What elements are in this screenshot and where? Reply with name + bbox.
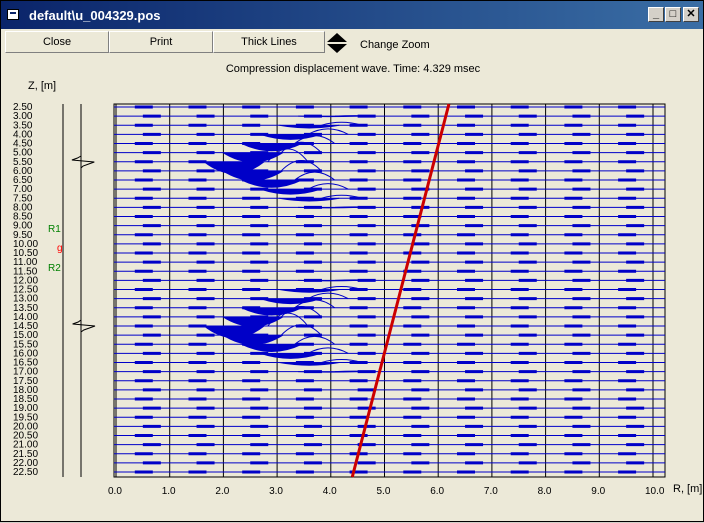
x-tick-label: 9.0 xyxy=(591,486,605,497)
receiver-label: R2 xyxy=(48,263,61,274)
wave-traces xyxy=(114,107,665,472)
receiver-label: g xyxy=(57,243,63,254)
y-tick-label: 22.50 xyxy=(13,467,38,478)
wave-plot: 2.503.003.504.004.505.005.506.006.507.00… xyxy=(1,1,704,523)
x-tick-label: 8.0 xyxy=(538,486,552,497)
x-tick-labels: 0.0 1.0 2.0 3.0 4.0 5.0 6.0 7.0 8.0 9.0 10.0 xyxy=(108,486,665,497)
x-tick-label: 10.0 xyxy=(645,486,665,497)
x-tick-label: 7.0 xyxy=(484,486,498,497)
app-window: default\u_004329.pos _ □ ✕ Close Print T… xyxy=(0,0,704,522)
x-tick-label: 1.0 xyxy=(162,486,176,497)
receiver-label: R1 xyxy=(48,224,61,235)
x-tick-label: 6.0 xyxy=(430,486,444,497)
x-tick-label: 3.0 xyxy=(269,486,283,497)
receiver-labels: R1 g R2 xyxy=(48,224,63,274)
x-tick-label: 5.0 xyxy=(377,486,391,497)
x-tick-label: 4.0 xyxy=(323,486,337,497)
x-tick-label: 2.0 xyxy=(215,486,229,497)
x-tick-label: 0.0 xyxy=(108,486,122,497)
y-tick-labels: 2.503.003.504.004.505.005.506.006.507.00… xyxy=(13,102,38,478)
source-panel xyxy=(63,104,114,477)
